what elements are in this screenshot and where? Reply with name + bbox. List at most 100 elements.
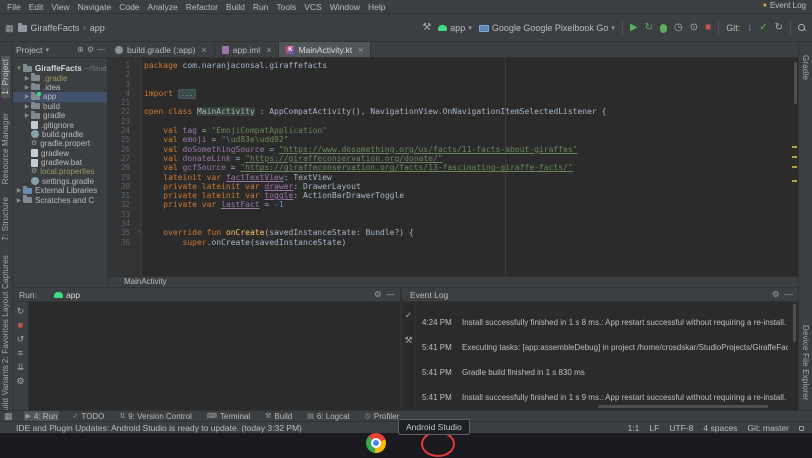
mark-all-read-icon[interactable]: ✓ [405, 310, 413, 321]
run-settings-gear-icon[interactable]: ⚙ [374, 289, 382, 300]
run-configuration-dropdown[interactable]: app ▾ [438, 23, 472, 33]
close-tab-icon[interactable]: × [202, 45, 207, 55]
stop-icon[interactable]: ■ [18, 320, 23, 331]
apply-changes-button[interactable]: ↻ [645, 22, 653, 34]
menu-navigate[interactable]: Navigate [74, 0, 116, 14]
menu-vcs[interactable]: VCS [300, 0, 325, 14]
project-tree-item-gitignore[interactable]: .gitignore [13, 120, 107, 129]
menu-file[interactable]: File [3, 0, 25, 14]
chrome-app-icon[interactable] [366, 433, 386, 453]
project-tree-item-gradle-propert[interactable]: ⚙gradle.propert [13, 139, 107, 148]
close-tab-icon[interactable]: × [358, 45, 363, 55]
debug-button[interactable] [660, 24, 667, 33]
editor-tab-mainactivity-kt[interactable]: KMainActivity.kt× [279, 42, 371, 58]
menu-build[interactable]: Build [222, 0, 249, 14]
project-tree-item-settings-gradle[interactable]: settings.gradle [13, 177, 107, 186]
menu-window[interactable]: Window [326, 0, 364, 14]
tool-strip-gradle[interactable]: Gradle [801, 52, 810, 83]
event-log-settings-gear-icon[interactable]: ⚙ [772, 289, 780, 300]
tool-window-button-terminal[interactable]: ⌨Terminal [205, 411, 252, 422]
project-settings-gear-icon[interactable]: ⚙ [87, 45, 94, 54]
git-rollback-button[interactable]: ↻ [775, 22, 783, 34]
tool-strip-1-project[interactable]: 1: Project [1, 56, 10, 98]
tree-chevron-icon[interactable]: ▶ [15, 197, 23, 204]
tree-chevron-icon[interactable]: ▼ [15, 66, 23, 72]
tool-strip-layout-captures[interactable]: Layout Captures [1, 252, 10, 320]
hide-panel-icon[interactable]: — [97, 45, 105, 54]
tool-window-button-todo[interactable]: ✓TODO [70, 411, 106, 422]
menu-tools[interactable]: Tools [272, 0, 300, 14]
run-tab-app[interactable]: app [49, 288, 85, 302]
status-git-master[interactable]: Git: master [747, 423, 789, 433]
hide-event-log-icon[interactable]: — [785, 289, 794, 300]
status-4-spaces[interactable]: 4 spaces [703, 423, 737, 433]
tool-window-switcher-icon[interactable]: ▦ [4, 411, 13, 422]
event-log-horizontal-scrollbar[interactable] [598, 405, 768, 408]
project-tree-item-scratches-and-c[interactable]: ▶Scratches and C [13, 195, 107, 204]
project-tree-item-gradlew-bat[interactable]: gradlew.bat [13, 158, 107, 167]
project-tree-item-gradle[interactable]: ▶.gradle [13, 73, 107, 82]
project-tree-item-idea[interactable]: ▶.idea [13, 83, 107, 92]
breadcrumb-project[interactable]: GiraffeFacts [31, 23, 80, 33]
menu-run[interactable]: Run [249, 0, 273, 14]
tool-window-button-4-run[interactable]: ▶4: Run [24, 411, 60, 422]
project-panel-title[interactable]: Project [16, 45, 42, 55]
build-hammer-icon[interactable]: ⚒ [422, 22, 431, 34]
device-dropdown[interactable]: Google Google Pixelbook Go ▾ [479, 23, 615, 33]
breadcrumb-module[interactable]: app [90, 23, 105, 33]
tree-chevron-icon[interactable]: ▶ [23, 75, 31, 82]
scroll-to-end-icon[interactable]: ⇊ [17, 362, 25, 373]
navbar-home-icon[interactable]: ▦ [5, 23, 14, 34]
project-tree-item-build-gradle[interactable]: build.gradle [13, 130, 107, 139]
close-tab-icon[interactable]: × [266, 45, 271, 55]
status-1-1[interactable]: 1:1 [628, 423, 640, 433]
editor-tab-build-gradle-app[interactable]: build.gradle (:app)× [108, 42, 215, 58]
tool-strip-device-file-explorer[interactable]: Device File Explorer [801, 322, 810, 404]
code-editor[interactable]: 1package com.naranjaconsal.giraffefacts2… [108, 58, 798, 276]
project-tree[interactable]: ▼GiraffeFacts~/StudioProje▶.gradle▶.idea… [13, 58, 108, 287]
status-lf[interactable]: LF [649, 423, 659, 433]
restart-activity-icon[interactable]: ↺ [17, 334, 25, 345]
menu-view[interactable]: View [47, 0, 73, 14]
tool-window-button-build[interactable]: ⚒Build [263, 411, 294, 422]
attach-debugger-button[interactable]: ⊙ [690, 22, 698, 34]
tool-strip-7-structure[interactable]: 7: Structure [1, 194, 10, 244]
editor-breadcrumb-item[interactable]: MainActivity [124, 277, 167, 286]
git-commit-button[interactable]: ✓ [759, 22, 767, 34]
tree-chevron-icon[interactable]: ▶ [23, 103, 31, 110]
menu-refactor[interactable]: Refactor [182, 0, 222, 14]
chevron-down-icon[interactable]: ▾ [45, 46, 49, 54]
tree-chevron-icon[interactable]: ▶ [23, 112, 31, 119]
clear-console-icon[interactable]: ≡ [18, 348, 23, 359]
stop-button[interactable]: ■ [705, 22, 711, 34]
editor-scrollbar[interactable] [794, 62, 797, 104]
project-tree-item-build[interactable]: ▶build [13, 102, 107, 111]
readonly-lock-icon[interactable] [799, 426, 804, 431]
project-tree-item-app[interactable]: ▶app [13, 92, 107, 101]
tool-window-button-6-logcat[interactable]: ▤6: Logcat [305, 411, 352, 422]
event-log-vertical-scrollbar[interactable] [793, 304, 796, 342]
tool-window-button-profiler[interactable]: ◷Profiler [363, 411, 401, 422]
project-tree-item-local-properties[interactable]: ⚙local.properties [13, 167, 107, 176]
tree-chevron-icon[interactable]: ▶ [15, 187, 23, 194]
tree-chevron-icon[interactable]: ▶ [23, 84, 31, 91]
git-update-button[interactable]: ↓ [747, 22, 752, 34]
hide-run-panel-icon[interactable]: — [387, 289, 396, 300]
console-settings-icon[interactable]: ⚙ [16, 376, 24, 387]
event-log-button[interactable]: ● Event Log [763, 0, 806, 11]
project-tree-item-giraffefacts[interactable]: ▼GiraffeFacts~/StudioProje [13, 64, 107, 73]
project-tree-item-gradlew[interactable]: gradlew [13, 149, 107, 158]
rerun-icon[interactable]: ↻ [17, 306, 25, 317]
menu-analyze[interactable]: Analyze [144, 0, 182, 14]
tree-chevron-icon[interactable]: ▶ [23, 93, 31, 100]
status-utf-8[interactable]: UTF-8 [669, 423, 693, 433]
menu-help[interactable]: Help [364, 0, 389, 14]
editor-tab-app-iml[interactable]: app.iml× [215, 42, 280, 58]
menu-code[interactable]: Code [115, 0, 143, 14]
run-button[interactable]: ▶ [630, 22, 638, 34]
locate-file-icon[interactable]: ⊕ [77, 45, 84, 54]
tool-window-button-9-version-control[interactable]: ⇅9: Version Control [117, 411, 193, 422]
project-tree-item-gradle[interactable]: ▶gradle [13, 111, 107, 120]
menu-edit[interactable]: Edit [25, 0, 48, 14]
tool-strip-resource-manager[interactable]: Resource Manager [1, 110, 10, 187]
